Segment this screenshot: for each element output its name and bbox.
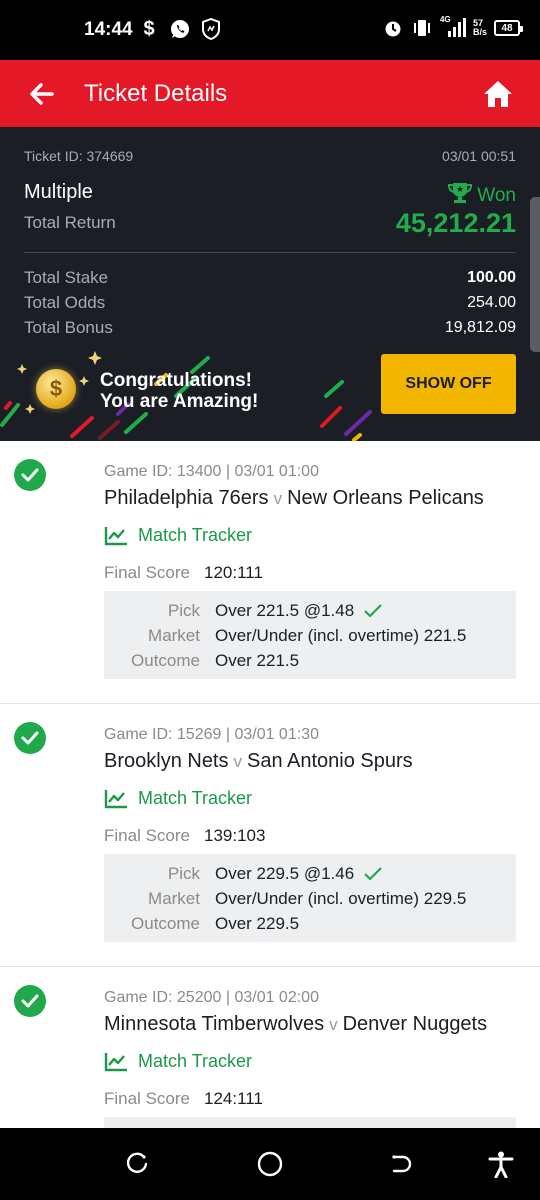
app-header: Ticket Details (0, 60, 540, 127)
chart-line-icon (104, 789, 127, 808)
market-value: Over/Under (incl. overtime) 229.5 (215, 889, 467, 908)
chart-line-icon (104, 526, 127, 545)
total-return-label: Total Return (24, 213, 116, 232)
match-tracker-link[interactable]: Match Tracker (104, 1051, 252, 1072)
match-teams: Philadelphia 76ers v New Orleans Pelicans (104, 487, 484, 509)
congrats-message: Congratulations! You are Amazing! (100, 370, 259, 412)
game-list: Game ID: 13400 | 03/01 01:00 Philadelphi… (0, 441, 540, 1200)
check-circle-icon (14, 985, 46, 1017)
pick-value: Over 229.5 @1.46 (215, 864, 382, 884)
pick-details: Pick Over 221.5 @1.48 Market Over/Under … (104, 591, 516, 679)
checkmark-icon (364, 604, 382, 618)
pick-value: Over 221.5 @1.48 (215, 601, 382, 621)
final-score-label: Final Score (104, 563, 190, 582)
total-stake-label: Total Stake (24, 268, 109, 287)
signal-icon: 4G (439, 15, 466, 39)
final-score-value: 120:111 (204, 563, 263, 582)
bet-type: Multiple (24, 181, 93, 203)
battery-icon: 48 (494, 20, 523, 36)
outcome-value: Over 221.5 (215, 651, 300, 670)
check-circle-icon (14, 459, 46, 491)
checkmark-icon (364, 867, 382, 881)
match-tracker-link[interactable]: Match Tracker (104, 788, 252, 809)
whatsapp-icon (169, 18, 191, 40)
coin-icon: $ (36, 369, 76, 409)
status-time: 14:44 (84, 19, 133, 40)
match-tracker-link[interactable]: Match Tracker (104, 525, 252, 546)
home-circle-icon[interactable] (255, 1149, 285, 1179)
total-bonus-label: Total Bonus (24, 318, 113, 337)
alarm-icon (382, 17, 404, 39)
check-circle-icon (14, 722, 46, 754)
final-score-label: Final Score (104, 1089, 190, 1108)
currency-app-icon: $ (143, 17, 155, 40)
divider (24, 252, 516, 253)
total-bonus-value: 19,812.09 (444, 319, 516, 336)
total-stake-value: 100.00 (467, 269, 516, 286)
show-off-button[interactable]: SHOW OFF (381, 354, 516, 414)
final-score-value: 124:111 (204, 1089, 263, 1108)
accessibility-icon[interactable] (486, 1149, 516, 1179)
vibrate-icon (411, 17, 433, 39)
outcome-value: Over 229.5 (215, 914, 300, 933)
ticket-date: 03/01 00:51 (442, 148, 516, 164)
trophy-icon (447, 181, 473, 211)
total-odds-value: 254.00 (467, 294, 516, 311)
game-meta: Game ID: 13400 | 03/01 01:00 (104, 463, 319, 480)
shield-icon (200, 18, 222, 40)
list-item: Game ID: 13400 | 03/01 01:00 Philadelphi… (0, 441, 540, 704)
scrollbar[interactable] (530, 197, 540, 352)
back-arrow-icon[interactable] (26, 78, 58, 110)
chart-line-icon (104, 1052, 127, 1071)
game-meta: Game ID: 15269 | 03/01 01:30 (104, 726, 319, 743)
net-speed: 57 B/s (472, 18, 487, 37)
recent-apps-icon[interactable] (122, 1149, 152, 1179)
system-nav-bar (0, 1128, 540, 1200)
match-teams: Brooklyn Nets v San Antonio Spurs (104, 750, 413, 772)
back-nav-icon[interactable] (386, 1149, 416, 1179)
pick-details: Pick Over 229.5 @1.46 Market Over/Under … (104, 854, 516, 942)
ticket-id: Ticket ID: 374669 (24, 148, 134, 164)
final-score-value: 139:103 (204, 826, 266, 845)
page-title: Ticket Details (84, 80, 228, 107)
status-bar: 14:44 $ 4G 57 B/s 48 (0, 0, 540, 60)
game-meta: Game ID: 25200 | 03/01 02:00 (104, 989, 319, 1006)
network-type: 4G (439, 15, 451, 24)
total-odds-label: Total Odds (24, 293, 106, 312)
match-teams: Minnesota Timberwolves v Denver Nuggets (104, 1013, 488, 1035)
ticket-summary: Ticket ID: 374669 03/01 00:51 Multiple W… (0, 127, 540, 441)
market-value: Over/Under (incl. overtime) 221.5 (215, 626, 467, 645)
list-item: Game ID: 15269 | 03/01 01:30 Brooklyn Ne… (0, 704, 540, 967)
total-return-value: 45,212.21 (395, 208, 516, 238)
won-status: Won (447, 181, 516, 211)
home-icon[interactable] (482, 78, 514, 110)
final-score-label: Final Score (104, 826, 190, 845)
